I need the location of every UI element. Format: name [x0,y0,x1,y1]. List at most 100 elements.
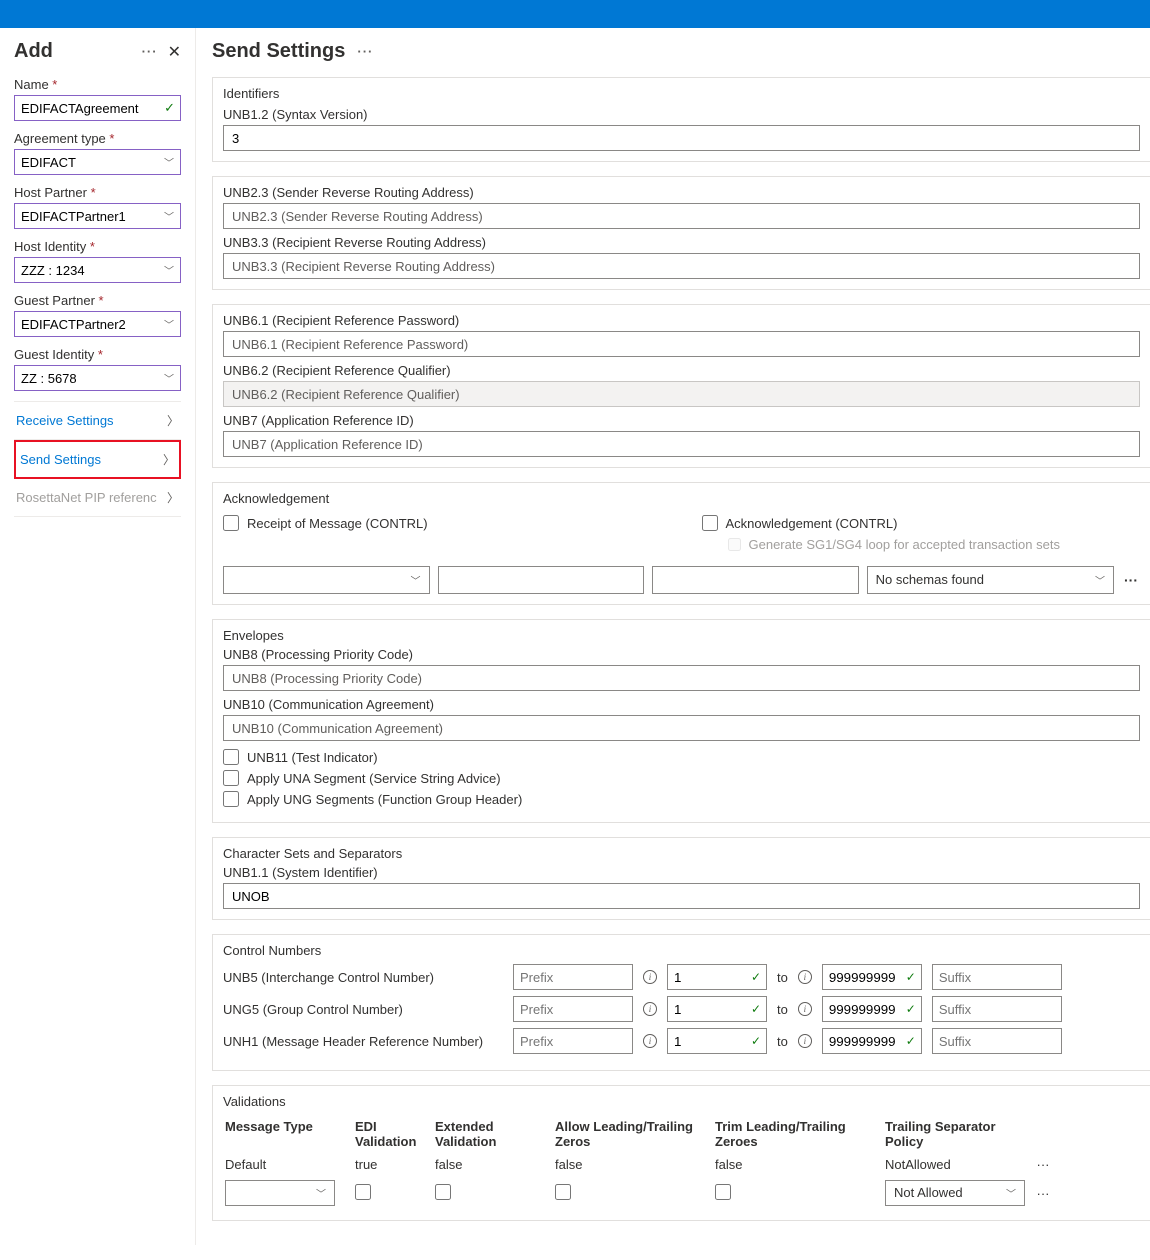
more-icon[interactable]: ··· [357,44,373,59]
ung-checkbox[interactable] [223,791,239,807]
unb23-label: UNB2.3 (Sender Reverse Routing Address) [223,185,1140,200]
unb11sys-label: UNB1.1 (System Identifier) [223,865,1140,880]
ack-select-1[interactable]: ﹀ [223,566,430,594]
host-partner-select[interactable] [14,203,181,229]
row-more-icon[interactable]: ··· [1122,572,1140,588]
unb62-label: UNB6.2 (Recipient Reference Qualifier) [223,363,1140,378]
guest-identity-label: Guest Identity [14,347,181,362]
unb10-label: UNB10 (Communication Agreement) [223,697,1140,712]
ack-checkbox[interactable] [702,515,718,531]
suffix-input[interactable] [932,996,1062,1022]
edi-checkbox[interactable] [355,1184,371,1200]
identifiers-section: Identifiers UNB1.2 (Syntax Version) [212,77,1150,162]
info-icon[interactable]: i [643,1002,657,1016]
from-input-wrap: ✓ [667,964,767,990]
policy-select[interactable]: Not Allowed﹀ [885,1180,1025,1206]
guest-partner-select[interactable] [14,311,181,337]
unb61-input[interactable] [223,331,1140,357]
allow-checkbox[interactable] [555,1184,571,1200]
section-title: Character Sets and Separators [223,846,1140,861]
unb12-input[interactable] [223,125,1140,151]
info-icon[interactable]: i [643,970,657,984]
nav-label: RosettaNet PIP referenc [16,490,157,505]
close-icon[interactable]: ✕ [168,42,181,62]
info-icon[interactable]: i [798,970,812,984]
unb33-input[interactable] [223,253,1140,279]
agreement-type-select[interactable] [14,149,181,175]
host-identity-select[interactable] [14,257,181,283]
chevron-down-icon: ﹀ [1006,1186,1016,1201]
chevron-down-icon: ﹀ [164,155,174,170]
una-label: Apply UNA Segment (Service String Advice… [247,771,501,786]
chevron-down-icon: ﹀ [164,209,174,224]
suffix-input[interactable] [932,1028,1062,1054]
trim-checkbox[interactable] [715,1184,731,1200]
agreement-type-label: Agreement type [14,131,181,146]
check-icon: ✓ [906,970,916,984]
check-icon: ✓ [906,1034,916,1048]
guest-partner-label: Guest Partner [14,293,181,308]
nav-receive-settings[interactable]: Receive Settings 〉 [14,401,181,440]
ack-schema-select[interactable]: No schemas found ﹀ [867,566,1114,594]
from-input-wrap: ✓ [667,996,767,1022]
generate-checkbox [728,538,741,551]
chevron-down-icon: ﹀ [164,317,174,332]
receipt-checkbox[interactable] [223,515,239,531]
main-panel: Send Settings ··· Identifiers UNB1.2 (Sy… [196,28,1150,1245]
unb8-input[interactable] [223,665,1140,691]
cn-label: UNB5 (Interchange Control Number) [223,970,503,985]
no-schema-text: No schemas found [868,572,984,587]
ack-select-3[interactable] [652,566,859,594]
unb10-input[interactable] [223,715,1140,741]
row-more-icon[interactable]: ··· [1037,1157,1050,1172]
sidebar: Add ··· ✕ Name ✓ Agreement type ﹀ Host P… [0,28,196,1245]
unb7-input[interactable] [223,431,1140,457]
section-title: Control Numbers [223,943,1140,958]
prefix-input[interactable] [513,1028,633,1054]
sidebar-title: Add [14,40,53,63]
host-partner-label: Host Partner [14,185,181,200]
prefix-input[interactable] [513,964,633,990]
info-icon[interactable]: i [798,1034,812,1048]
ext-checkbox[interactable] [435,1184,451,1200]
unb11-checkbox[interactable] [223,749,239,765]
cn-label: UNG5 (Group Control Number) [223,1002,503,1017]
charset-section: Character Sets and Separators UNB1.1 (Sy… [212,837,1150,920]
msgtype-select[interactable]: ﹀ [225,1180,335,1206]
nav-send-settings[interactable]: Send Settings 〉 [14,440,181,479]
receipt-label: Receipt of Message (CONTRL) [247,516,428,531]
to-input-wrap: ✓ [822,996,922,1022]
check-icon: ✓ [751,970,761,984]
control-number-row: UNB5 (Interchange Control Number)i✓toi✓ [223,964,1140,990]
guest-identity-select[interactable] [14,365,181,391]
reference-section: UNB6.1 (Recipient Reference Password) UN… [212,304,1150,468]
nav-label: Send Settings [20,452,101,467]
info-icon[interactable]: i [798,1002,812,1016]
chevron-down-icon: ﹀ [1095,573,1105,588]
ack-label: Acknowledgement (CONTRL) [726,516,898,531]
check-icon: ✓ [751,1002,761,1016]
unb23-input[interactable] [223,203,1140,229]
control-number-row: UNG5 (Group Control Number)i✓toi✓ [223,996,1140,1022]
nav-rosettanet[interactable]: RosettaNet PIP referenc 〉 [14,479,181,517]
row-more-icon[interactable]: ··· [1037,1186,1050,1201]
section-title: Acknowledgement [223,491,1140,506]
ack-select-2[interactable] [438,566,645,594]
una-checkbox[interactable] [223,770,239,786]
validation-edit-row: ﹀ Not Allowed﹀ ··· [223,1176,1140,1210]
to-input-wrap: ✓ [822,1028,922,1054]
ack-section: Acknowledgement Receipt of Message (CONT… [212,482,1150,605]
section-title: Validations [223,1094,1140,1109]
more-icon[interactable]: ··· [142,44,158,59]
envelopes-section: Envelopes UNB8 (Processing Priority Code… [212,619,1150,823]
unb11sys-input[interactable] [223,883,1140,909]
suffix-input[interactable] [932,964,1062,990]
name-input[interactable] [14,95,181,121]
unb61-label: UNB6.1 (Recipient Reference Password) [223,313,1140,328]
from-input-wrap: ✓ [667,1028,767,1054]
host-identity-label: Host Identity [14,239,181,254]
to-label: to [777,1034,788,1049]
prefix-input[interactable] [513,996,633,1022]
unb11-label: UNB11 (Test Indicator) [247,750,378,765]
info-icon[interactable]: i [643,1034,657,1048]
